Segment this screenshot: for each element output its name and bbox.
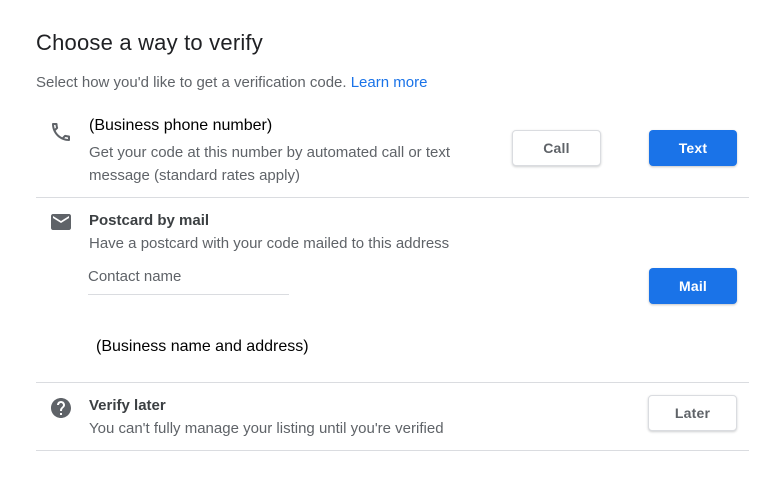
contact-name-input[interactable]	[88, 268, 289, 285]
divider	[36, 450, 749, 451]
text-button[interactable]: Text	[649, 130, 737, 166]
phone-option-description: Get your code at this number by automate…	[89, 141, 499, 187]
call-button[interactable]: Call	[512, 130, 601, 166]
business-address: (Business name and address)	[96, 338, 309, 355]
phone-option-title: (Business phone number)	[89, 117, 273, 134]
postcard-option-title: Postcard by mail	[89, 212, 210, 229]
mail-button[interactable]: Mail	[649, 268, 737, 304]
contact-name-field	[88, 268, 289, 295]
help-icon	[49, 396, 73, 420]
phone-icon	[49, 120, 73, 144]
later-option-description: You can't fully manage your listing unti…	[89, 420, 444, 437]
later-button[interactable]: Later	[648, 395, 737, 431]
learn-more-link[interactable]: Learn more	[351, 74, 428, 91]
phone-description-line1: Get your code at this number by automate…	[89, 144, 451, 161]
postcard-option-description: Have a postcard with your code mailed to…	[89, 235, 450, 252]
divider	[36, 197, 749, 198]
subtitle-text: Select how you'd like to get a verificat…	[36, 74, 347, 91]
page-title: Choose a way to verify	[36, 30, 263, 55]
divider	[36, 382, 749, 383]
phone-description-line2: message (standard rates apply)	[89, 167, 300, 184]
later-option-title: Verify later	[89, 397, 166, 414]
mail-icon	[49, 210, 73, 234]
page-subtitle: Select how you'd like to get a verificat…	[36, 74, 427, 91]
